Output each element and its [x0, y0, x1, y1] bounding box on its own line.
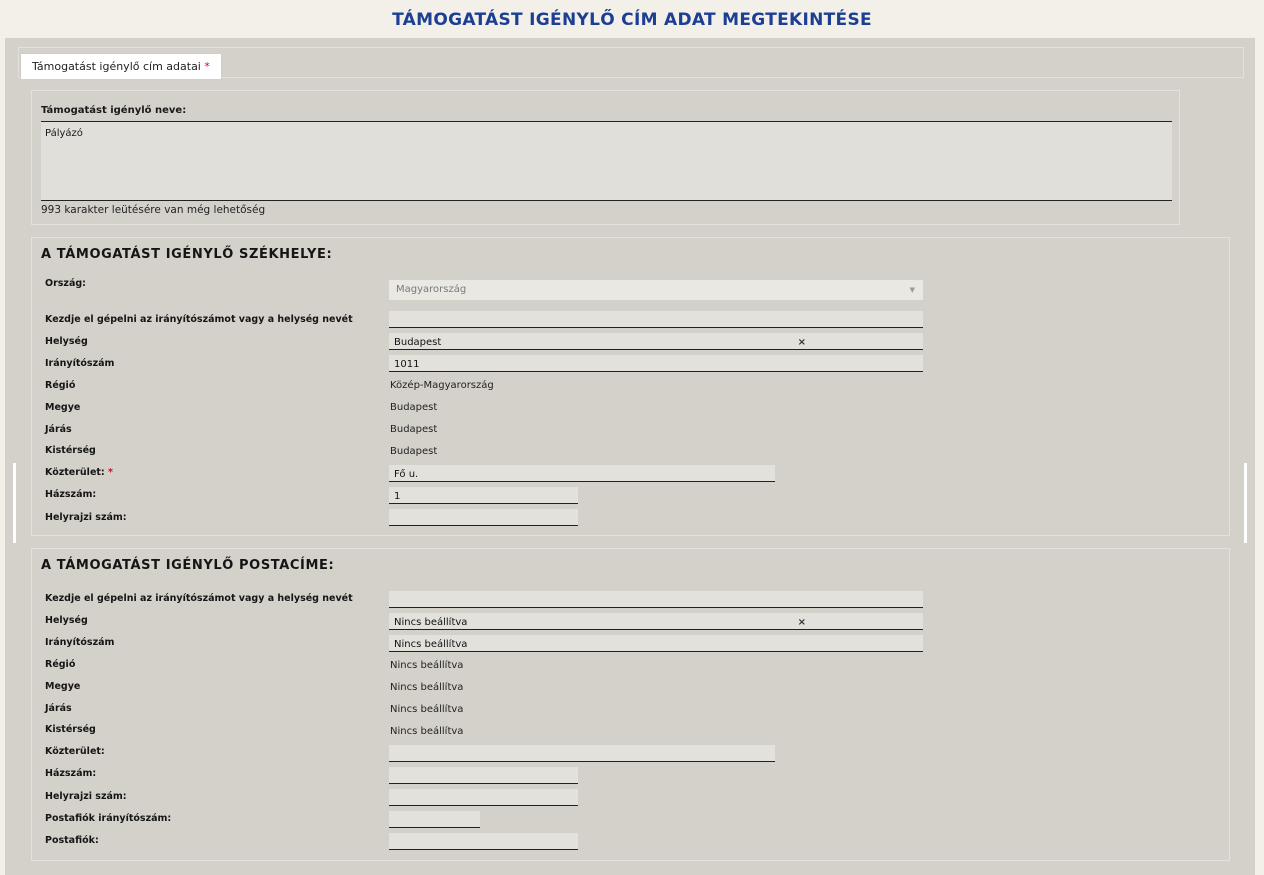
postal-house-label: Házszám: — [45, 768, 97, 779]
seat-subregion-label: Kistérség — [45, 445, 96, 456]
seat-country-value: Magyarország — [396, 284, 467, 295]
seat-subregion-value: Budapest — [390, 446, 438, 457]
postal-search-input[interactable] — [389, 591, 923, 608]
postal-house-input[interactable] — [389, 767, 578, 784]
clear-icon[interactable]: × — [798, 333, 806, 353]
seat-street-label: Közterület: * — [45, 467, 113, 478]
applicant-name-textarea[interactable]: Pályázó — [41, 121, 1172, 201]
seat-district-label: Járás — [45, 424, 72, 435]
seat-county-label: Megye — [45, 402, 81, 413]
postal-section-title: A TÁMOGATÁST IGÉNYLŐ POSTACÍME: — [41, 558, 335, 573]
seat-country-select[interactable]: Magyarország ▼ — [389, 280, 923, 300]
seat-zip-input[interactable]: 1011 — [389, 355, 923, 372]
seat-panel: A TÁMOGATÁST IGÉNYLŐ SZÉKHELYE: Ország: … — [31, 237, 1230, 536]
postal-county-label: Megye — [45, 681, 81, 692]
postal-subregion-label: Kistérség — [45, 724, 96, 735]
applicant-name-label: Támogatást igénylő neve: — [41, 105, 187, 116]
postal-city-value: Nincs beállítva — [394, 617, 468, 628]
seat-lot-label: Helyrajzi szám: — [45, 512, 127, 523]
seat-district-value: Budapest — [390, 424, 438, 435]
seat-street-label-text: Közterület: — [45, 467, 105, 478]
right-scroll-indicator — [1244, 463, 1247, 543]
main-content: Támogatást igénylő cím adatai * Támogatá… — [5, 38, 1255, 875]
seat-city-label: Helység — [45, 336, 88, 347]
postal-search-label: Kezdje el gépelni az irányítószámot vagy… — [45, 593, 353, 604]
postal-district-value: Nincs beállítva — [390, 704, 464, 715]
tab-address-data[interactable]: Támogatást igénylő cím adatai * — [20, 53, 222, 79]
page-title: TÁMOGATÁST IGÉNYLŐ CÍM ADAT MEGTEKINTÉSE — [392, 10, 872, 30]
name-panel: Támogatást igénylő neve: Pályázó 993 kar… — [31, 90, 1180, 225]
seat-country-label: Ország: — [45, 278, 86, 289]
seat-city-field[interactable]: Budapest × — [389, 333, 923, 350]
postal-region-label: Régió — [45, 659, 76, 670]
seat-lot-input[interactable] — [389, 509, 578, 526]
seat-search-label: Kezdje el gépelni az irányítószámot vagy… — [45, 314, 353, 325]
postal-panel: A TÁMOGATÁST IGÉNYLŐ POSTACÍME: Kezdje e… — [31, 548, 1230, 861]
required-mark: * — [108, 467, 114, 478]
clear-icon[interactable]: × — [798, 613, 806, 633]
seat-section-title: A TÁMOGATÁST IGÉNYLŐ SZÉKHELYE: — [41, 247, 333, 262]
postal-street-input[interactable] — [389, 745, 775, 762]
seat-city-value: Budapest — [394, 337, 442, 348]
seat-house-label: Házszám: — [45, 489, 97, 500]
postal-region-value: Nincs beállítva — [390, 660, 464, 671]
postal-lot-input[interactable] — [389, 789, 578, 806]
postal-pobox-label: Postafiók: — [45, 835, 99, 846]
seat-house-input[interactable]: 1 — [389, 487, 578, 504]
postal-pobox-zip-input[interactable] — [389, 811, 480, 828]
char-count-hint: 993 karakter leütésére van még lehetőség — [41, 204, 266, 216]
postal-subregion-value: Nincs beállítva — [390, 726, 464, 737]
seat-region-label: Régió — [45, 380, 76, 391]
postal-district-label: Járás — [45, 703, 72, 714]
postal-street-label: Közterület: — [45, 746, 105, 757]
postal-city-field[interactable]: Nincs beállítva × — [389, 613, 923, 630]
seat-region-value: Közép-Magyarország — [390, 380, 494, 391]
seat-county-value: Budapest — [390, 402, 438, 413]
postal-zip-input[interactable]: Nincs beállítva — [389, 635, 923, 652]
required-mark: * — [204, 60, 210, 73]
postal-pobox-input[interactable] — [389, 833, 578, 850]
postal-lot-label: Helyrajzi szám: — [45, 791, 127, 802]
seat-search-input[interactable] — [389, 311, 923, 328]
postal-city-label: Helység — [45, 615, 88, 626]
postal-zip-label: Irányítószám — [45, 637, 115, 648]
tab-bar: Támogatást igénylő cím adatai * — [18, 47, 1244, 79]
seat-zip-label: Irányítószám — [45, 358, 115, 369]
postal-pobox-zip-label: Postafiók irányítószám: — [45, 813, 172, 824]
seat-street-input[interactable]: Fő u. — [389, 465, 775, 482]
chevron-down-icon: ▼ — [909, 286, 915, 294]
left-scroll-indicator — [13, 463, 16, 543]
tab-label: Támogatást igénylő cím adatai — [32, 60, 201, 73]
postal-county-value: Nincs beállítva — [390, 682, 464, 693]
